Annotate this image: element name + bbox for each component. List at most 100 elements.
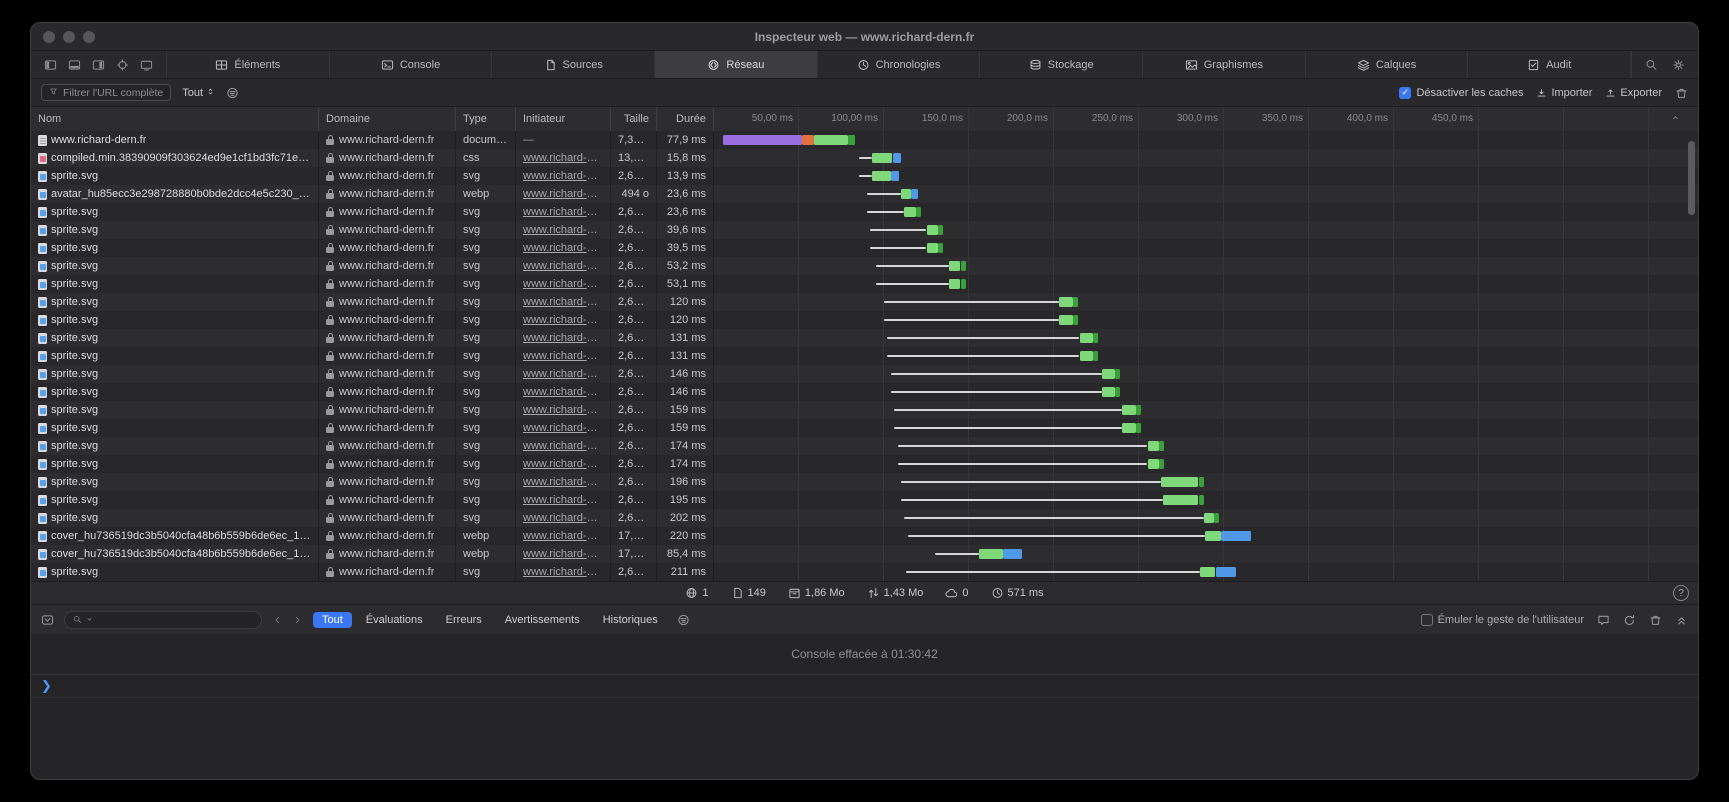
network-request-row[interactable]: sprite.svgwww.richard-dern.frsvgwww.rich… xyxy=(31,401,1698,419)
network-request-row[interactable]: sprite.svgwww.richard-dern.frsvgwww.rich… xyxy=(31,167,1698,185)
network-request-row[interactable]: sprite.svgwww.richard-dern.frsvgwww.rich… xyxy=(31,365,1698,383)
console-scope-tout[interactable]: Tout xyxy=(313,612,352,628)
initiator-link[interactable]: www.richard-d… xyxy=(523,476,603,488)
minimize-window-button[interactable] xyxy=(63,31,75,43)
column-header-domain[interactable]: Domaine xyxy=(319,107,456,131)
console-scope-historiques[interactable]: Historiques xyxy=(594,612,667,628)
network-request-row[interactable]: sprite.svgwww.richard-dern.frsvgwww.rich… xyxy=(31,509,1698,527)
tab-stockage[interactable]: Stockage xyxy=(980,51,1143,78)
status-cloud[interactable]: 0 xyxy=(945,587,968,599)
close-window-button[interactable] xyxy=(43,31,55,43)
network-request-row[interactable]: sprite.svgwww.richard-dern.frsvgwww.rich… xyxy=(31,293,1698,311)
toolbar-search-button[interactable] xyxy=(1645,59,1658,71)
initiator-link[interactable]: www.richard-d… xyxy=(523,260,603,272)
console-scope-avertissements[interactable]: Avertissements xyxy=(496,612,589,628)
network-request-row[interactable]: cover_hu736519dc3b5040cfa48b6b559b6de6ec… xyxy=(31,527,1698,545)
network-request-row[interactable]: sprite.svgwww.richard-dern.frsvgwww.rich… xyxy=(31,275,1698,293)
tab-graphismes[interactable]: Graphismes xyxy=(1143,51,1306,78)
tab-reseau[interactable]: Réseau xyxy=(655,51,818,78)
import-button[interactable]: Importer xyxy=(1536,87,1592,99)
toggle-bottom-panel-button[interactable] xyxy=(68,59,81,71)
network-request-row[interactable]: sprite.svgwww.richard-dern.frsvgwww.rich… xyxy=(31,329,1698,347)
status-clock[interactable]: 571 ms xyxy=(991,587,1044,599)
column-header-name[interactable]: Nom xyxy=(31,107,319,131)
network-request-row[interactable]: avatar_hu85ecc3e298728880b0bde2dcc4e5c23… xyxy=(31,185,1698,203)
initiator-link[interactable]: www.richard-d… xyxy=(523,350,603,362)
initiator-link[interactable]: www.richard-d… xyxy=(523,404,603,416)
export-button[interactable]: Exporter xyxy=(1605,87,1662,99)
initiator-link[interactable]: www.richard-d… xyxy=(523,512,603,524)
tab-audit[interactable]: Audit xyxy=(1468,51,1631,78)
console-filter-button[interactable] xyxy=(677,614,690,626)
network-request-row[interactable]: compiled.min.38390909f303624ed9e1cf1bd3f… xyxy=(31,149,1698,167)
toggle-left-sidebar-button[interactable] xyxy=(44,59,57,71)
initiator-link[interactable]: www.richard-d… xyxy=(523,224,603,236)
network-request-row[interactable]: sprite.svgwww.richard-dern.frsvgwww.rich… xyxy=(31,563,1698,581)
history-back-button[interactable] xyxy=(272,615,283,625)
device-settings-button[interactable] xyxy=(140,59,153,71)
vertical-scrollbar[interactable] xyxy=(1688,141,1695,215)
reload-button[interactable] xyxy=(1623,614,1636,626)
zoom-window-button[interactable] xyxy=(83,31,95,43)
resource-type-dropdown[interactable]: Tout xyxy=(182,87,215,99)
network-request-row[interactable]: sprite.svgwww.richard-dern.frsvgwww.rich… xyxy=(31,203,1698,221)
emulate-user-gesture-checkbox[interactable]: Émuler le geste de l'utilisateur xyxy=(1421,614,1584,626)
tab-chronologies[interactable]: Chronologies xyxy=(818,51,981,78)
initiator-link[interactable]: www.richard-d… xyxy=(523,440,603,452)
network-request-row[interactable]: sprite.svgwww.richard-dern.frsvgwww.rich… xyxy=(31,239,1698,257)
inspector-settings-button[interactable] xyxy=(1672,59,1685,71)
column-header-duration[interactable]: Durée xyxy=(657,107,714,131)
initiator-link[interactable]: www.richard-d… xyxy=(523,170,603,182)
show-console-tab-button[interactable] xyxy=(1597,614,1610,626)
tab-calques[interactable]: Calques xyxy=(1306,51,1469,78)
network-request-row[interactable]: www.richard-dern.frwww.richard-dern.frdo… xyxy=(31,131,1698,149)
console-scope-erreurs[interactable]: Erreurs xyxy=(437,612,491,628)
initiator-link[interactable]: www.richard-d… xyxy=(523,242,603,254)
initiator-link[interactable]: www.richard-d… xyxy=(523,566,603,578)
help-button[interactable]: ? xyxy=(1673,585,1689,601)
initiator-link[interactable]: www.richard-d… xyxy=(523,152,603,164)
collapse-waterfall-button[interactable] xyxy=(1671,113,1680,125)
network-request-row[interactable]: sprite.svgwww.richard-dern.frsvgwww.rich… xyxy=(31,347,1698,365)
initiator-link[interactable]: www.richard-d… xyxy=(523,314,603,326)
column-header-type[interactable]: Type xyxy=(456,107,516,131)
network-request-row[interactable]: sprite.svgwww.richard-dern.frsvgwww.rich… xyxy=(31,455,1698,473)
initiator-link[interactable]: www.richard-d… xyxy=(523,458,603,470)
initiator-link[interactable]: www.richard-d… xyxy=(523,530,603,542)
element-picker-button[interactable] xyxy=(116,59,129,71)
status-transfer[interactable]: 1,43 Mo xyxy=(867,587,924,599)
initiator-link[interactable]: www.richard-d… xyxy=(523,206,603,218)
tab-elements[interactable]: Éléments xyxy=(167,51,330,78)
console-prompt[interactable]: ❯ xyxy=(31,675,1698,698)
url-filter-input[interactable]: Filtrer l'URL complète xyxy=(41,84,171,101)
clear-network-items-button[interactable] xyxy=(1675,87,1688,99)
clear-console-button[interactable] xyxy=(1649,614,1662,626)
initiator-link[interactable]: www.richard-d… xyxy=(523,548,603,560)
expand-console-button[interactable] xyxy=(1675,614,1688,626)
network-request-row[interactable]: sprite.svgwww.richard-dern.frsvgwww.rich… xyxy=(31,473,1698,491)
tab-console[interactable]: Console xyxy=(330,51,493,78)
initiator-link[interactable]: www.richard-d… xyxy=(523,494,603,506)
disable-caches-checkbox[interactable]: ✓ Désactiver les caches xyxy=(1399,87,1523,99)
status-resources[interactable]: 1,86 Mo xyxy=(788,587,845,599)
network-request-row[interactable]: sprite.svgwww.richard-dern.frsvgwww.rich… xyxy=(31,311,1698,329)
network-request-row[interactable]: cover_hu736519dc3b5040cfa48b6b559b6de6ec… xyxy=(31,545,1698,563)
tab-sources[interactable]: Sources xyxy=(492,51,655,78)
network-request-row[interactable]: sprite.svgwww.richard-dern.frsvgwww.rich… xyxy=(31,257,1698,275)
initiator-link[interactable]: www.richard-d… xyxy=(523,296,603,308)
status-globe[interactable]: 1 xyxy=(685,587,708,599)
network-request-row[interactable]: sprite.svgwww.richard-dern.frsvgwww.rich… xyxy=(31,437,1698,455)
initiator-link[interactable]: www.richard-d… xyxy=(523,278,603,290)
console-scope-evaluations[interactable]: Évaluations xyxy=(357,612,432,628)
toggle-right-sidebar-button[interactable] xyxy=(92,59,105,71)
network-request-row[interactable]: sprite.svgwww.richard-dern.frsvgwww.rich… xyxy=(31,419,1698,437)
network-request-row[interactable]: sprite.svgwww.richard-dern.frsvgwww.rich… xyxy=(31,221,1698,239)
initiator-link[interactable]: www.richard-d… xyxy=(523,386,603,398)
initiator-link[interactable]: www.richard-d… xyxy=(523,188,603,200)
console-search-input[interactable] xyxy=(64,611,262,629)
initiator-link[interactable]: www.richard-d… xyxy=(523,368,603,380)
network-request-row[interactable]: sprite.svgwww.richard-dern.frsvgwww.rich… xyxy=(31,491,1698,509)
column-header-initiator[interactable]: Initiateur xyxy=(516,107,611,131)
status-document[interactable]: 149 xyxy=(731,587,766,599)
column-header-size[interactable]: Taille xyxy=(611,107,657,131)
